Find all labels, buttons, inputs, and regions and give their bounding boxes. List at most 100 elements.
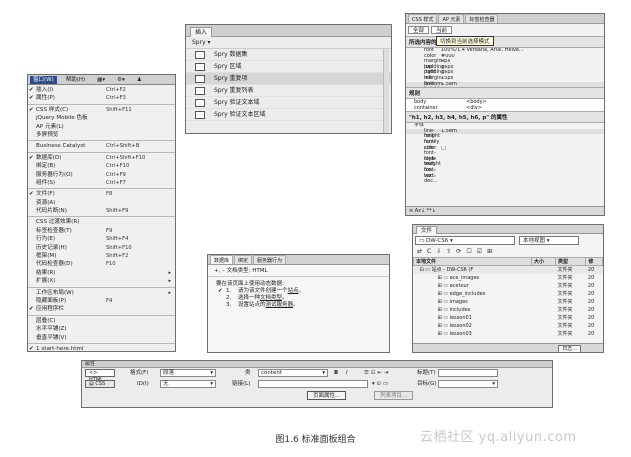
menu-item[interactable]: ✔ CSS 样式(C) Shift+F11 — [28, 106, 175, 114]
title-input[interactable] — [438, 369, 498, 377]
file-modified-cell: 20 — [587, 299, 595, 305]
css-tab[interactable]: AP 元素 — [438, 14, 465, 23]
files-toolbar-icon[interactable]: ⇩ — [436, 248, 441, 256]
menu-item[interactable]: ✔ 数据库(D) Ctrl+Shift+F10 — [28, 154, 175, 162]
page-properties-button[interactable]: 页面属性... — [307, 391, 347, 400]
files-column-header[interactable]: 大小 — [531, 257, 557, 266]
files-toolbar-icon[interactable]: ⟳ — [456, 248, 461, 256]
table-row[interactable]: ⊞ ▭ lesson01 文件夹 20 — [414, 314, 603, 322]
files-toolbar-icon[interactable]: ⊞ — [487, 248, 492, 256]
css-property-row[interactable]: text-dec... — [406, 173, 604, 184]
files-toolbar-icon[interactable]: ⇧ — [446, 248, 451, 256]
menu-item[interactable]: CSS 过渡效果(R) — [28, 218, 175, 226]
menu-item[interactable]: 组件(S) Ctrl+F7 — [28, 179, 175, 187]
results-tab[interactable]: 服务器行为 — [253, 255, 287, 264]
files-toolbar-icon[interactable]: C — [427, 248, 431, 256]
italic-button[interactable]: I — [346, 369, 348, 377]
spry-widget-icon — [195, 75, 205, 83]
table-row[interactable]: ⊞ ▭ edge_includes 文件夹 20 — [414, 290, 603, 298]
files-toolbar-icon[interactable]: ⇄ — [417, 248, 422, 256]
insert-item[interactable]: Spry 重复列表 — [186, 85, 391, 97]
table-row[interactable]: ⊞ ▭ images 文件夹 20 — [414, 298, 603, 306]
format-select[interactable]: 段落 ▾ — [160, 369, 216, 377]
menu-item[interactable]: 多屏预览 — [28, 131, 175, 139]
menu-item[interactable]: 隐藏面板(P) F4 — [28, 297, 175, 305]
table-row[interactable]: ⊞ ▭ ace_images 文件夹 20 — [414, 274, 603, 282]
files-toolbar-icon[interactable]: ☑ — [477, 248, 482, 256]
menu-item[interactable]: ✔ 属性(P) Ctrl+F3 — [28, 94, 175, 102]
css-mode-button[interactable]: 当前 — [431, 26, 453, 34]
menu-item[interactable]: 层叠(C) — [28, 317, 175, 325]
insert-item[interactable]: Spry 重复项 — [186, 73, 391, 85]
menu-item[interactable]: AP 元素(L) — [28, 123, 175, 131]
files-column-header[interactable]: 修 — [585, 257, 603, 266]
menu-item[interactable]: 结果(R) ▸ — [28, 269, 175, 277]
insert-item[interactable]: Spry 数据集 — [186, 49, 391, 61]
insert-item[interactable]: Spry 区域 — [186, 61, 391, 73]
results-tab[interactable]: 数据库 — [210, 255, 234, 264]
step-link[interactable]: 测试服务器 — [266, 302, 294, 308]
insert-category-dropdown[interactable]: Spry ▾ — [186, 37, 391, 49]
link-target-icon[interactable]: ▾ ⊙ ▭ — [372, 380, 388, 388]
menu-bar-item[interactable]: 窗口(W) — [30, 75, 57, 84]
menu-item[interactable]: 水平平铺(Z) — [28, 325, 175, 333]
menu-item-shortcut: Ctrl+Shift+F10 — [106, 154, 146, 161]
files-toolbar-icon[interactable]: ☐ — [466, 248, 471, 256]
table-row[interactable]: ⊞ ▭ lesson03 文件夹 20 — [414, 330, 603, 338]
menu-item[interactable]: ✔ 1 start-here.html — [28, 345, 175, 351]
menu-item[interactable]: 扩展(X) ▸ — [28, 277, 175, 285]
files-tab[interactable]: 文件 — [416, 226, 438, 234]
menu-item[interactable]: 框架(M) Shift+F2 — [28, 252, 175, 260]
link-input[interactable] — [258, 380, 368, 388]
list-item-button[interactable]: 列表项目... — [374, 391, 414, 400]
files-column-header[interactable]: 本地文件 — [413, 257, 533, 266]
menu-item[interactable]: 历史记录(H) Shift+F10 — [28, 244, 175, 252]
insert-item[interactable]: Spry 验证文本区域 — [186, 109, 391, 121]
css-mode-button[interactable]: 全部 — [408, 26, 430, 34]
menu-item[interactable]: 代码片断(N) Shift+F9 — [28, 207, 175, 215]
log-button[interactable]: 日志... — [558, 345, 581, 352]
menu-item[interactable]: ✔ 文件(F) F8 — [28, 190, 175, 198]
insert-scrollbar[interactable] — [383, 49, 389, 133]
css-tab[interactable]: CSS 样式 — [408, 14, 438, 23]
menu-item[interactable]: Business Catalyst Ctrl+Shift+B — [28, 142, 175, 150]
table-row[interactable]: ⊟ ▭ 站点 - DW-CS6 (F 文件夹 20 — [413, 265, 603, 274]
css-panel-toolbar[interactable]: ≡ Az↓ **↓ — [406, 206, 604, 215]
css-mode-button[interactable]: ▤ CSS — [85, 380, 115, 388]
menu-bar-item[interactable]: ♟ — [134, 76, 145, 84]
bold-button[interactable]: B — [334, 369, 338, 377]
html-mode-button[interactable]: <> HTML — [85, 369, 115, 383]
menu-bar-item[interactable]: 帮助(H) — [63, 76, 88, 84]
css-tab[interactable]: 标签检查器 — [465, 14, 499, 23]
table-row[interactable]: ⊞ ▭ includes 文件夹 20 — [414, 306, 603, 314]
file-modified-cell: 20 — [587, 331, 595, 337]
site-select[interactable]: ▭ DW-CS6 ▾ — [415, 236, 515, 245]
menu-item[interactable]: 代码检查器(D) F10 — [28, 260, 175, 268]
menu-item[interactable]: ✔ 插入(I) Ctrl+F2 — [28, 86, 175, 94]
files-column-header[interactable]: 类型 — [555, 257, 587, 266]
insert-item[interactable]: Spry 验证文本域 — [186, 97, 391, 109]
menu-item[interactable]: 绑定(B) Ctrl+F10 — [28, 162, 175, 170]
id-select[interactable]: 无 ▾ — [160, 380, 216, 388]
menu-item[interactable]: ✔ 应用程序栏 — [28, 305, 175, 313]
menu-item[interactable]: jQuery Mobile 色板 — [28, 114, 175, 122]
menu-item[interactable]: 服务器行为(O) Ctrl+F9 — [28, 171, 175, 179]
insert-tab[interactable]: 插入 — [190, 27, 213, 37]
menu-item-label: 扩展(X) — [36, 278, 56, 285]
menu-item[interactable]: 行为(E) Shift+F4 — [28, 235, 175, 243]
menu-item[interactable]: 资源(A) — [28, 199, 175, 207]
table-row[interactable]: ⊞ ▭ lesson02 文件夹 20 — [414, 322, 603, 330]
menu-item[interactable]: 垂直平铺(V) — [28, 334, 175, 342]
table-row[interactable]: ⊞ ▭ acetour 文件夹 20 — [414, 282, 603, 290]
step-link[interactable]: 文档类型 — [260, 295, 282, 301]
menu-bar-item[interactable]: ▦▾ — [94, 76, 108, 84]
list-indent-icons[interactable]: ☰ ☷ ⇤ ⇥ — [364, 369, 388, 377]
target-select[interactable]: ▾ — [438, 380, 498, 388]
menu-bar-item[interactable]: ⚙▾ — [114, 76, 128, 84]
class-select[interactable]: content ▾ — [258, 369, 328, 377]
view-select[interactable]: 本地视图 ▾ — [519, 236, 579, 245]
step-link[interactable]: 站点 — [288, 288, 299, 294]
menu-item[interactable]: 工作区布局(W) ▸ — [28, 289, 175, 297]
results-tab[interactable]: 绑定 — [234, 255, 253, 264]
menu-item[interactable]: 标签检查器(T) F9 — [28, 227, 175, 235]
